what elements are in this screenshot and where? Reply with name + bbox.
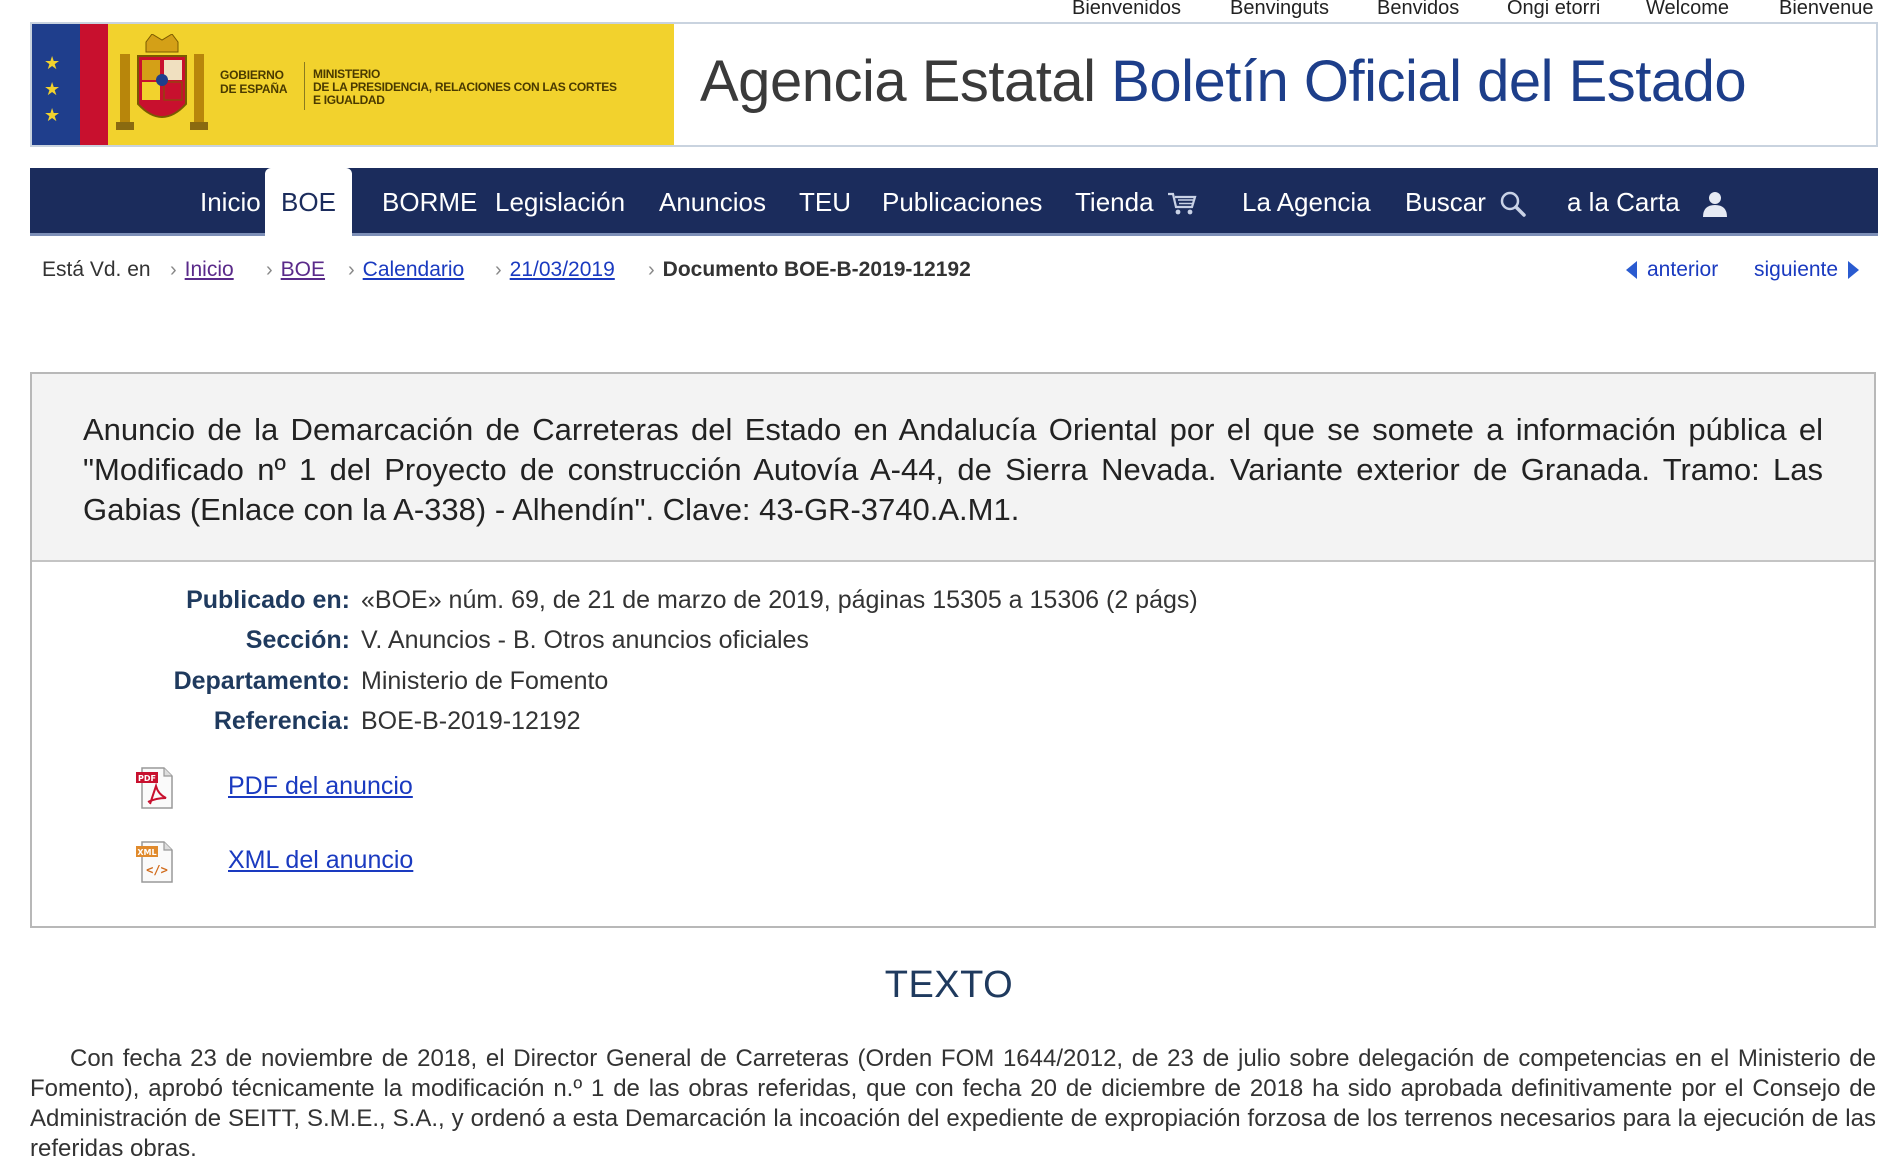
meta-label: Publicado en: xyxy=(186,586,350,614)
gov-name: Gobierno de España xyxy=(220,68,288,96)
breadcrumb-item: › Documento BOE-B-2019-12192 xyxy=(648,258,971,282)
nav-item-teu[interactable]: TEU xyxy=(783,168,867,236)
svg-text:</>: </> xyxy=(146,863,168,877)
meta-row-publicado: Publicado en: «BOE» núm. 69, de 21 de ma… xyxy=(32,586,1874,626)
spain-flag-band xyxy=(80,24,108,145)
texto-heading: TEXTO xyxy=(884,964,1014,1006)
nav-item-borme[interactable]: BORME xyxy=(366,168,493,236)
ministry-name-line: e Igualdad xyxy=(313,93,385,107)
language-bar: Bienvenidos Benvinguts Benvidos Ongi eto… xyxy=(0,0,1898,22)
nav-item-legislacion[interactable]: Legislación xyxy=(479,168,641,236)
breadcrumb-item: › BOE xyxy=(266,258,325,282)
search-icon xyxy=(1500,191,1526,217)
lang-link-ca[interactable]: Benvinguts xyxy=(1230,0,1329,20)
gov-name-line: de España xyxy=(220,82,288,96)
government-banner[interactable]: ★ ★ ★ Gobierno de España Ministerio de l… xyxy=(32,24,674,145)
pager-previous[interactable]: anterior xyxy=(1626,258,1718,282)
meta-value: V. Anuncios - B. Otros anuncios oficiale… xyxy=(361,626,809,654)
xml-download-link[interactable]: XML del anuncio xyxy=(228,846,413,875)
nav-item-publicaciones[interactable]: Publicaciones xyxy=(866,168,1058,236)
nav-item-label: TEU xyxy=(799,187,851,217)
breadcrumb-link-calendario[interactable]: Calendario xyxy=(363,258,465,281)
pdf-file-icon: PDF xyxy=(136,767,173,809)
nav-item-a-la-carta[interactable]: a la Carta xyxy=(1551,168,1745,236)
breadcrumb-current: Documento BOE-B-2019-12192 xyxy=(662,258,971,281)
chevron-right-icon: › xyxy=(266,259,273,281)
meta-label: Departamento: xyxy=(173,667,350,695)
agency-name: Boletín Oficial del Estado xyxy=(1111,49,1747,114)
agency-title[interactable]: Agencia Estatal Boletín Oficial del Esta… xyxy=(700,48,1747,115)
document-panel: Anuncio de la Demarcación de Carreteras … xyxy=(30,372,1876,928)
breadcrumb-item: › Inicio xyxy=(170,258,234,282)
nav-item-anuncios[interactable]: Anuncios xyxy=(643,168,782,236)
cart-icon xyxy=(1167,193,1197,215)
arrow-right-icon xyxy=(1848,261,1860,280)
nav-item-label: BOE xyxy=(281,187,336,217)
nav-item-label: Buscar xyxy=(1405,187,1486,217)
nav-item-label: La Agencia xyxy=(1242,187,1371,217)
nav-item-label: Publicaciones xyxy=(882,187,1043,217)
pdf-download-link[interactable]: PDF del anuncio xyxy=(228,772,413,801)
breadcrumb-prefix: Está Vd. en xyxy=(42,258,151,281)
lang-link-fr[interactable]: Bienvenue xyxy=(1779,0,1874,20)
document-title-area: Anuncio de la Demarcación de Carreteras … xyxy=(32,374,1874,562)
gov-divider xyxy=(304,62,305,110)
breadcrumb-item: › 21/03/2019 xyxy=(495,258,615,282)
pager-next-label: siguiente xyxy=(1754,258,1839,281)
nav-item-label: Tienda xyxy=(1075,187,1154,217)
meta-row-departamento: Departamento: Ministerio de Fomento xyxy=(32,667,1874,707)
site-header: ★ ★ ★ Gobierno de España Ministerio de l… xyxy=(30,22,1878,147)
gov-name-line: Gobierno xyxy=(220,68,284,82)
arrow-left-icon xyxy=(1626,261,1637,280)
breadcrumb-link-date[interactable]: 21/03/2019 xyxy=(510,258,615,281)
meta-label: Referencia: xyxy=(213,707,350,735)
eu-flag-icon: ★ ★ ★ xyxy=(32,24,80,145)
breadcrumb-link-inicio[interactable]: Inicio xyxy=(185,258,234,281)
lang-link-en[interactable]: Welcome xyxy=(1646,0,1729,20)
meta-value: Ministerio de Fomento xyxy=(361,667,609,695)
svg-text:PDF: PDF xyxy=(138,774,156,783)
svg-text:XML: XML xyxy=(137,848,156,857)
nav-item-inicio[interactable]: Inicio xyxy=(184,168,277,236)
user-icon xyxy=(1702,192,1727,218)
lang-link-es[interactable]: Bienvenidos xyxy=(1072,0,1181,20)
document-title: Anuncio de la Demarcación de Carreteras … xyxy=(83,412,1823,527)
meta-value: «BOE» núm. 69, de 21 de marzo de 2019, p… xyxy=(361,586,1198,614)
body-paragraph: Con fecha 23 de noviembre de 2018, el Di… xyxy=(30,1045,1876,1162)
nav-item-label: Anuncios xyxy=(659,187,766,217)
lang-link-gl[interactable]: Benvidos xyxy=(1377,0,1459,20)
chevron-right-icon: › xyxy=(348,259,355,281)
coat-of-arms-icon xyxy=(116,34,208,130)
meta-value: BOE-B-2019-12192 xyxy=(361,707,581,735)
lang-link-eu[interactable]: Ongi etorri xyxy=(1507,0,1600,20)
nav-item-tienda[interactable]: Tienda xyxy=(1059,168,1213,236)
meta-row-referencia: Referencia: BOE-B-2019-12192 xyxy=(32,707,1874,747)
nav-item-label: BORME xyxy=(382,187,478,217)
meta-row-seccion: Sección: V. Anuncios - B. Otros anuncios… xyxy=(32,626,1874,666)
chevron-right-icon: › xyxy=(170,259,177,281)
breadcrumb-item: › Calendario xyxy=(348,258,464,282)
nav-item-buscar[interactable]: Buscar xyxy=(1389,168,1543,236)
pager-previous-label: anterior xyxy=(1647,258,1719,281)
nav-item-la-agencia[interactable]: La Agencia xyxy=(1226,168,1387,236)
ministry-name: Ministerio de la Presidencia, Relaciones… xyxy=(313,68,673,107)
chevron-right-icon: › xyxy=(648,259,655,281)
xml-file-icon: XML </> xyxy=(136,841,173,883)
nav-item-label: Legislación xyxy=(495,187,626,217)
meta-label: Sección: xyxy=(245,626,350,654)
nav-item-label: a la Carta xyxy=(1567,187,1680,217)
pager-next[interactable]: siguiente xyxy=(1754,258,1860,282)
breadcrumb-link-boe[interactable]: BOE xyxy=(281,258,325,281)
agency-prefix: Agencia Estatal xyxy=(700,49,1096,114)
nav-item-label: Inicio xyxy=(200,187,261,217)
nav-item-boe[interactable]: BOE xyxy=(265,168,352,239)
chevron-right-icon: › xyxy=(495,259,502,281)
main-nav: Inicio BOE BORME Legislación Anuncios TE… xyxy=(30,168,1878,239)
